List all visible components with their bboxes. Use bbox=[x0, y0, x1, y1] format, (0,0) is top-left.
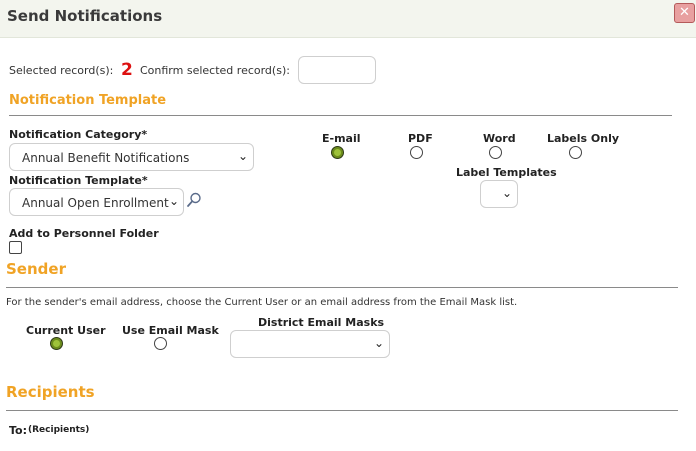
format-pdf-label: PDF bbox=[408, 132, 433, 145]
notification-category-label: Notification Category* bbox=[9, 128, 148, 141]
notification-category-select[interactable]: Annual Benefit Notifications ⌄ bbox=[9, 143, 254, 171]
district-email-masks-label: District Email Masks bbox=[258, 316, 385, 329]
personnel-folder-label: Add to Personnel Folder bbox=[9, 227, 159, 240]
sender-heading: Sender bbox=[6, 260, 66, 278]
notification-template-heading: Notification Template bbox=[9, 93, 167, 108]
search-icon[interactable] bbox=[186, 192, 202, 208]
label-templates-label: Label Templates bbox=[456, 166, 557, 179]
label-templates-select[interactable]: ⌄ bbox=[480, 180, 518, 208]
recipients-to-label: To: bbox=[9, 424, 27, 437]
close-button[interactable]: ✕ bbox=[674, 3, 695, 23]
format-labels-only-label: Labels Only bbox=[547, 132, 620, 145]
sender-current-user-label: Current User bbox=[26, 324, 106, 337]
format-word-radio[interactable] bbox=[489, 146, 502, 159]
chevron-down-icon: ⌄ bbox=[374, 336, 385, 350]
dialog-titlebar: Send Notifications ✕ bbox=[0, 0, 696, 38]
notification-template-select[interactable]: Annual Open Enrollment ⌄ bbox=[9, 188, 184, 216]
recipients-value: (Recipients) bbox=[28, 425, 90, 435]
confirm-records-input[interactable] bbox=[298, 56, 376, 84]
format-labels-only-radio[interactable] bbox=[569, 146, 582, 159]
chevron-down-icon: ⌄ bbox=[169, 194, 180, 208]
notification-template-value: Annual Open Enrollment bbox=[22, 196, 169, 210]
selected-records-count: 2 bbox=[121, 60, 133, 80]
section-divider bbox=[9, 115, 672, 116]
section-divider bbox=[6, 410, 678, 411]
selected-records-label: Selected record(s): bbox=[9, 64, 114, 77]
chevron-down-icon: ⌄ bbox=[502, 186, 513, 200]
district-email-masks-select[interactable]: ⌄ bbox=[230, 330, 390, 358]
section-divider bbox=[6, 287, 678, 288]
personnel-folder-checkbox[interactable] bbox=[9, 241, 22, 254]
confirm-records-label: Confirm selected record(s): bbox=[140, 64, 290, 77]
sender-email-mask-label: Use Email Mask bbox=[122, 324, 219, 337]
format-word-label: Word bbox=[483, 132, 516, 145]
notification-template-label: Notification Template* bbox=[9, 174, 148, 187]
sender-email-mask-radio[interactable] bbox=[154, 337, 167, 350]
recipients-heading: Recipients bbox=[6, 383, 95, 401]
dialog-title: Send Notifications bbox=[7, 7, 163, 25]
notification-category-value: Annual Benefit Notifications bbox=[22, 151, 190, 165]
format-email-radio[interactable] bbox=[331, 146, 344, 159]
sender-description: For the sender's email address, choose t… bbox=[6, 297, 518, 308]
format-email-label: E-mail bbox=[322, 132, 361, 145]
format-pdf-radio[interactable] bbox=[410, 146, 423, 159]
chevron-down-icon: ⌄ bbox=[238, 149, 249, 163]
sender-current-user-radio[interactable] bbox=[50, 337, 63, 350]
close-icon: ✕ bbox=[679, 5, 690, 20]
